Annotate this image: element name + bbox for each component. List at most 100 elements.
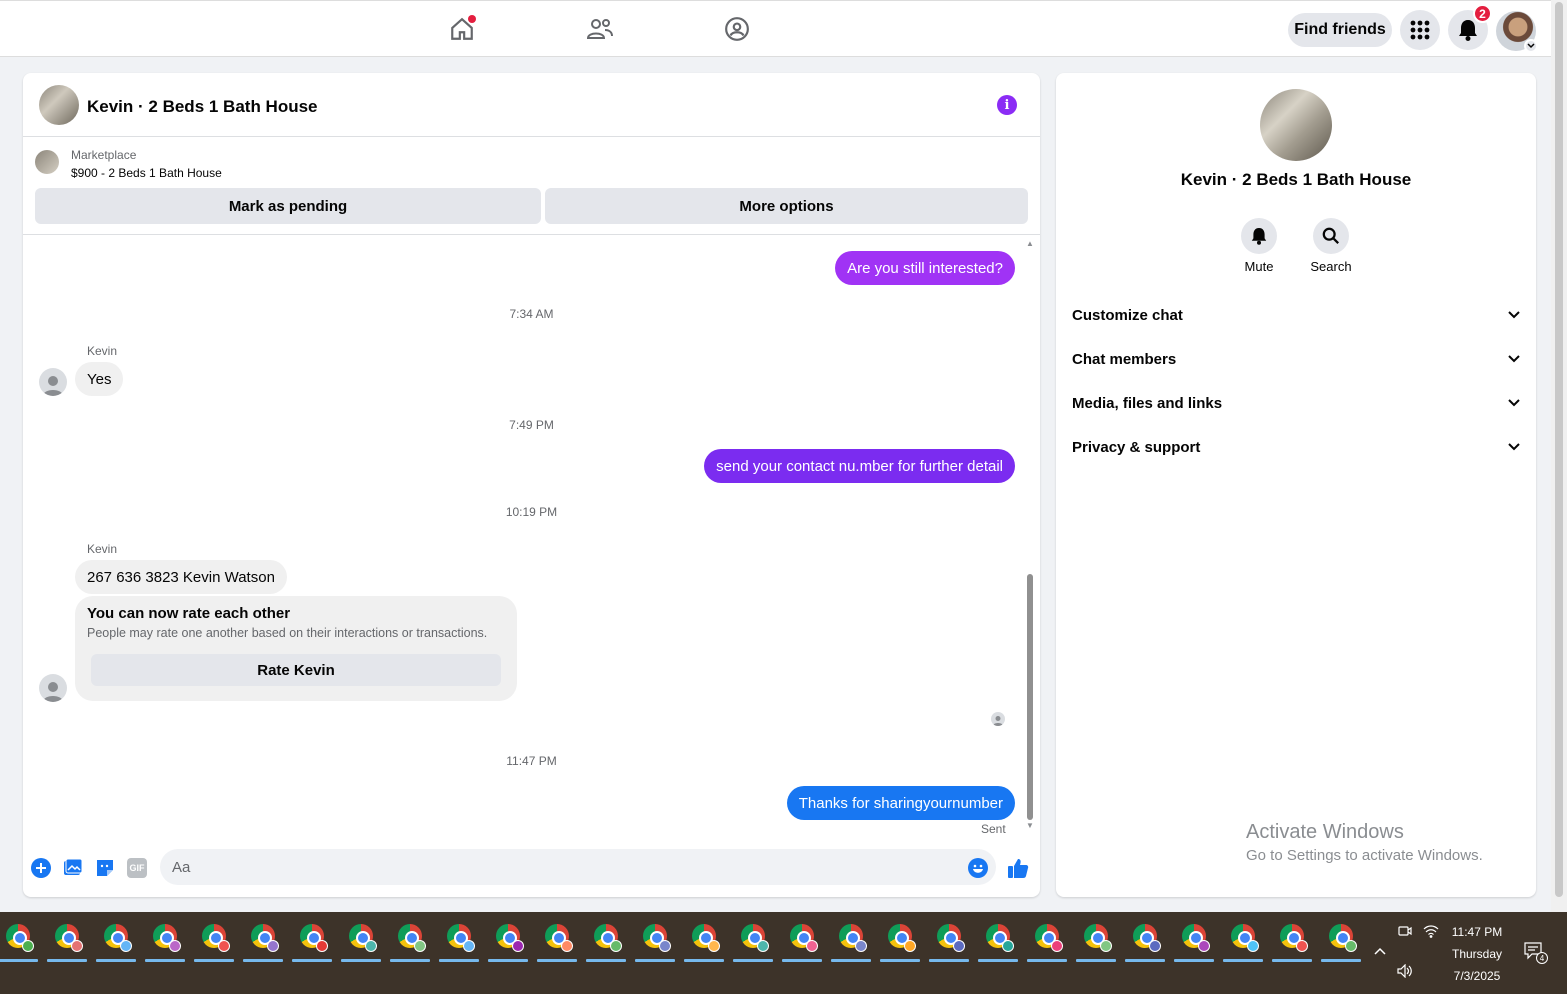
info-icon[interactable]: i xyxy=(997,95,1017,115)
find-friends-button[interactable]: Find friends xyxy=(1288,13,1392,47)
wifi-icon[interactable] xyxy=(1423,924,1439,941)
scroll-down-arrow-icon[interactable]: ▼ xyxy=(1026,821,1034,830)
plus-icon[interactable] xyxy=(30,857,52,879)
friends-icon[interactable] xyxy=(584,13,616,45)
mark-as-pending-button[interactable]: Mark as pending xyxy=(35,188,541,224)
scroll-up-arrow-icon[interactable]: ▲ xyxy=(1026,239,1034,248)
chrome-taskbar-icon[interactable] xyxy=(635,922,675,962)
search-button[interactable] xyxy=(1313,218,1349,254)
chat-members-section[interactable]: Chat members xyxy=(1072,339,1520,379)
chrome-taskbar-icon[interactable] xyxy=(96,922,136,962)
section-label: Privacy & support xyxy=(1072,438,1201,456)
running-indicator xyxy=(880,959,920,962)
chrome-taskbar-icon[interactable] xyxy=(145,922,185,962)
page-scrollbar[interactable] xyxy=(1551,0,1567,912)
outgoing-message[interactable]: Are you still interested? xyxy=(835,251,1015,285)
mute-button[interactable] xyxy=(1241,218,1277,254)
chrome-taskbar-icon[interactable] xyxy=(1076,922,1116,962)
listing-title[interactable]: $900 - 2 Beds 1 Bath House xyxy=(71,166,222,180)
action-center-icon[interactable]: 4 xyxy=(1524,942,1548,964)
chrome-taskbar-icon[interactable] xyxy=(782,922,822,962)
profile-badge-icon xyxy=(659,940,671,952)
volume-icon[interactable] xyxy=(1397,963,1413,981)
profile-avatar[interactable] xyxy=(1496,11,1538,53)
chrome-taskbar-icon[interactable] xyxy=(47,922,87,962)
message-status: Sent xyxy=(981,822,1006,836)
chrome-taskbar-icon[interactable] xyxy=(684,922,724,962)
home-icon[interactable] xyxy=(446,13,478,45)
thumbs-up-icon[interactable] xyxy=(1007,857,1029,879)
chrome-taskbar-icon[interactable] xyxy=(292,922,332,962)
chrome-taskbar-icon[interactable] xyxy=(194,922,234,962)
messages-scrollbar[interactable]: ▲ ▼ xyxy=(1024,239,1036,833)
notifications-button[interactable]: 2 xyxy=(1448,4,1492,50)
chrome-taskbar-icon[interactable] xyxy=(1174,922,1214,962)
running-indicator xyxy=(292,959,332,962)
photo-icon[interactable] xyxy=(62,857,84,879)
more-options-button[interactable]: More options xyxy=(545,188,1028,224)
incoming-message[interactable]: 267 636 3823 Kevin Watson xyxy=(75,560,287,594)
clock-day[interactable]: Thursday xyxy=(1442,947,1512,961)
chrome-taskbar-icon[interactable] xyxy=(586,922,626,962)
clock-time[interactable]: 11:47 PM xyxy=(1442,925,1512,939)
chevron-down-icon xyxy=(1508,399,1520,407)
clock-date[interactable]: 7/3/2025 xyxy=(1442,969,1512,983)
section-label: Chat members xyxy=(1072,350,1177,368)
message-input[interactable] xyxy=(160,849,996,885)
profile-badge-icon xyxy=(953,940,965,952)
home-notification-dot xyxy=(468,15,476,23)
running-indicator xyxy=(145,959,185,962)
chrome-taskbar-icon[interactable] xyxy=(1321,922,1361,962)
chrome-taskbar-icon[interactable] xyxy=(1272,922,1312,962)
messages-scrollbar-thumb[interactable] xyxy=(1027,574,1033,820)
meet-now-icon[interactable] xyxy=(1398,924,1412,941)
chrome-taskbar-icon[interactable] xyxy=(0,922,38,962)
outgoing-message[interactable]: Thanks for sharingyournumber xyxy=(786,786,1015,820)
chrome-taskbar-icon[interactable] xyxy=(488,922,528,962)
chrome-taskbar-icon[interactable] xyxy=(1223,922,1263,962)
groups-icon[interactable] xyxy=(721,13,753,45)
running-indicator xyxy=(831,959,871,962)
rate-kevin-button[interactable]: Rate Kevin xyxy=(91,654,501,686)
profile-badge-icon xyxy=(1198,940,1210,952)
chrome-taskbar-icon[interactable] xyxy=(243,922,283,962)
chrome-taskbar-icon[interactable] xyxy=(880,922,920,962)
chrome-taskbar-icon[interactable] xyxy=(390,922,430,962)
emoji-icon[interactable] xyxy=(967,857,989,879)
running-indicator xyxy=(96,959,136,962)
notification-count-badge: 2 xyxy=(1473,4,1492,23)
listing-avatar[interactable] xyxy=(39,85,79,125)
profile-badge-icon xyxy=(561,940,573,952)
privacy-support-section[interactable]: Privacy & support xyxy=(1072,427,1520,467)
chrome-taskbar-icon[interactable] xyxy=(1027,922,1067,962)
profile-badge-icon xyxy=(1149,940,1161,952)
chrome-taskbar-icon[interactable] xyxy=(1125,922,1165,962)
chrome-taskbar-icon[interactable] xyxy=(978,922,1018,962)
outgoing-message[interactable]: send your contact nu.mber for further de… xyxy=(704,449,1015,483)
profile-badge-icon xyxy=(1247,940,1259,952)
customize-chat-section[interactable]: Customize chat xyxy=(1072,295,1520,335)
running-indicator xyxy=(194,959,234,962)
marketplace-listing-thumbnail[interactable] xyxy=(35,150,59,174)
chrome-taskbar-icon[interactable] xyxy=(831,922,871,962)
menu-grid-icon[interactable] xyxy=(1400,10,1440,50)
running-indicator xyxy=(782,959,822,962)
chrome-taskbar-icon[interactable] xyxy=(341,922,381,962)
media-files-links-section[interactable]: Media, files and links xyxy=(1072,383,1520,423)
chevron-up-icon[interactable] xyxy=(1374,942,1386,958)
chrome-taskbar-icon[interactable] xyxy=(537,922,577,962)
profile-badge-icon xyxy=(1002,940,1014,952)
chat-title[interactable]: Kevin · 2 Beds 1 Bath House xyxy=(87,97,318,117)
incoming-message[interactable]: Yes xyxy=(75,362,124,396)
chrome-taskbar-icon[interactable] xyxy=(439,922,479,962)
page-scrollbar-thumb[interactable] xyxy=(1555,2,1563,897)
contact-avatar[interactable] xyxy=(39,674,67,702)
sticker-icon[interactable] xyxy=(94,857,116,879)
action-center-count: 4 xyxy=(1536,952,1548,964)
chrome-taskbar-icon[interactable] xyxy=(733,922,773,962)
gif-icon[interactable]: GIF xyxy=(126,857,148,879)
listing-avatar-large[interactable] xyxy=(1260,89,1332,161)
contact-avatar[interactable] xyxy=(39,368,67,396)
profile-badge-icon xyxy=(414,940,426,952)
chrome-taskbar-icon[interactable] xyxy=(929,922,969,962)
